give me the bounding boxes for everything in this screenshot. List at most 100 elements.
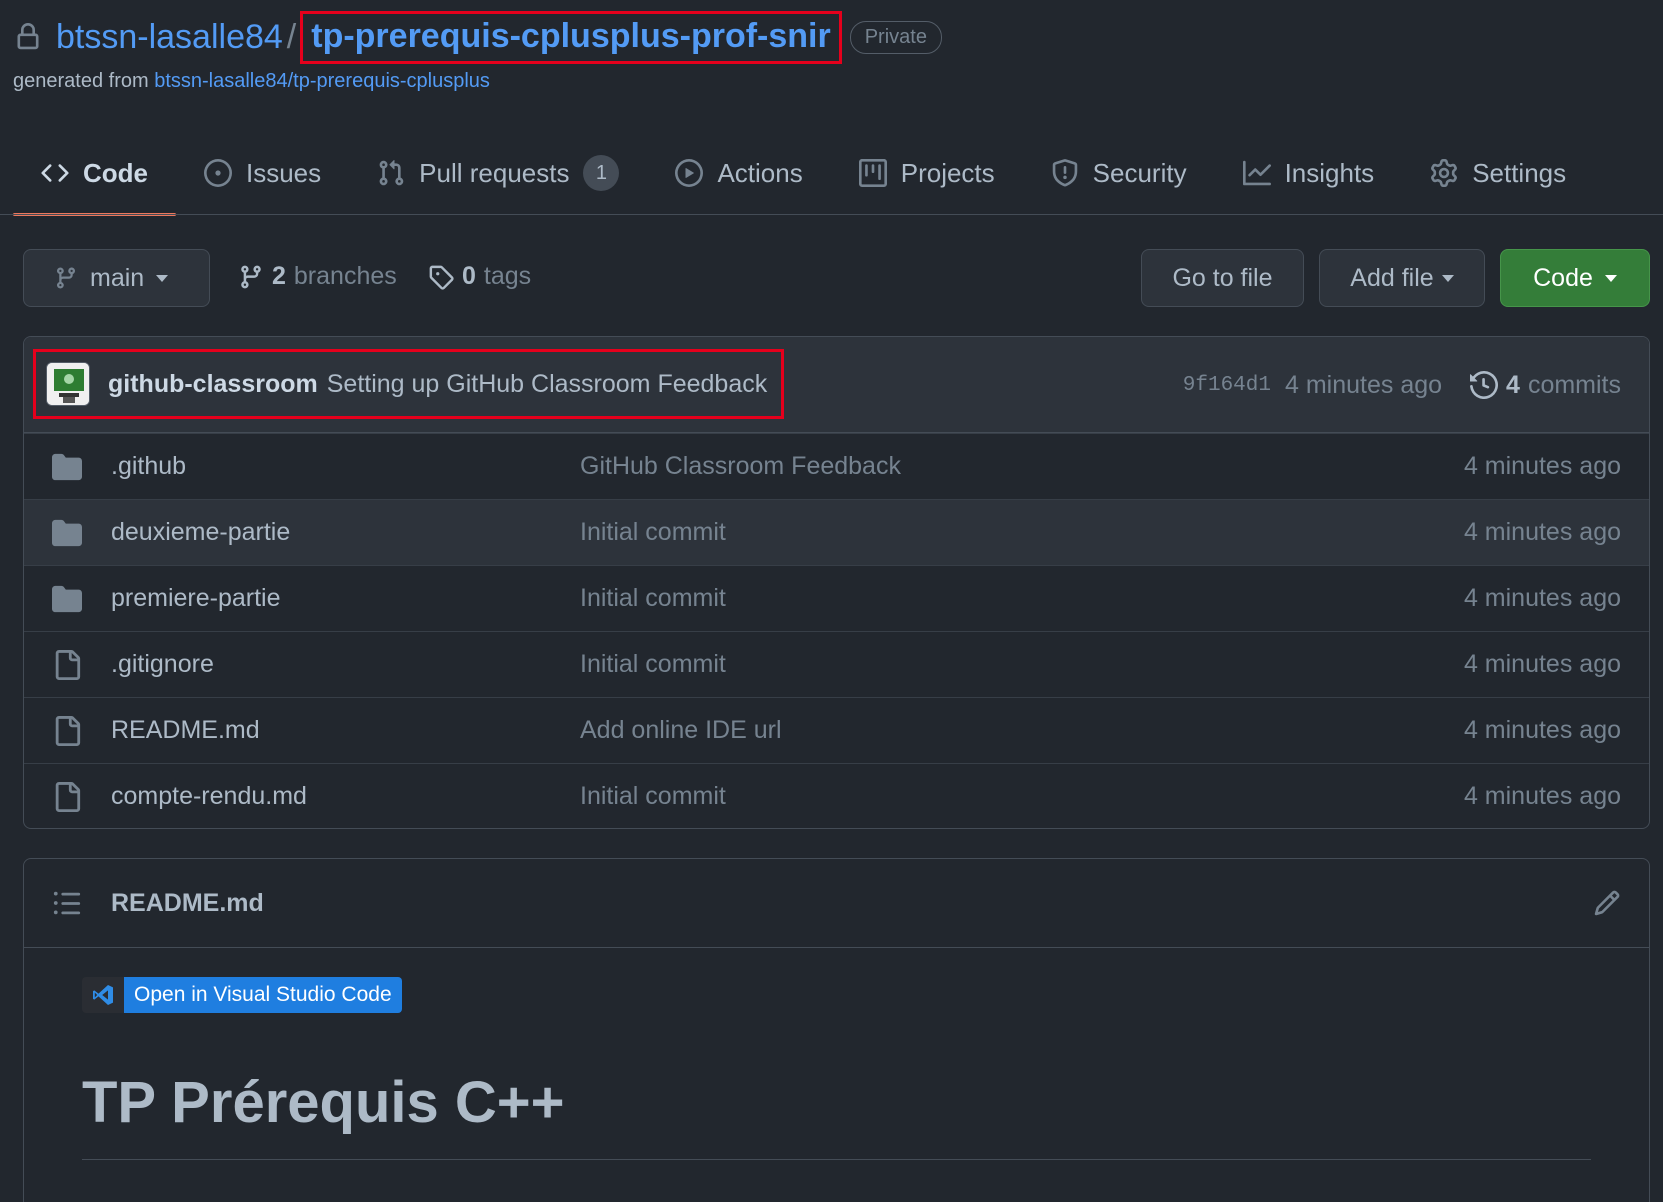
pencil-icon[interactable] <box>1593 889 1621 917</box>
file-row[interactable]: .github GitHub Classroom Feedback 4 minu… <box>24 433 1649 499</box>
avatar[interactable] <box>46 362 90 406</box>
file-name-link[interactable]: .github <box>111 452 186 481</box>
file-name-link[interactable]: deuxieme-partie <box>111 518 290 547</box>
lock-icon <box>17 23 39 50</box>
file-row[interactable]: README.md Add online IDE url 4 minutes a… <box>24 697 1649 763</box>
commit-message-link[interactable]: Setting up GitHub Classroom Feedback <box>327 370 768 399</box>
tab-actions[interactable]: Actions <box>647 130 830 216</box>
file-name-link[interactable]: premiere-partie <box>111 584 281 613</box>
code-dropdown-button[interactable]: Code <box>1500 249 1650 307</box>
tab-pull-requests[interactable]: Pull requests 1 <box>349 130 647 216</box>
file-commit-message-link[interactable]: Initial commit <box>580 518 726 547</box>
tab-label: Pull requests <box>419 157 570 188</box>
file-commit-message-link[interactable]: GitHub Classroom Feedback <box>580 452 901 481</box>
file-age: 4 minutes ago <box>1463 716 1621 744</box>
pull-request-icon <box>379 160 404 186</box>
go-to-file-label: Go to file <box>1172 263 1273 292</box>
file-name-link[interactable]: .gitignore <box>111 650 214 679</box>
add-file-label: Add file <box>1350 263 1434 292</box>
shield-icon <box>1052 159 1077 187</box>
tab-label: Code <box>83 157 148 188</box>
tab-label: Insights <box>1284 157 1375 188</box>
commit-author-link[interactable]: github-classroom <box>108 370 318 399</box>
open-in-vscode-badge[interactable]: Open in Visual Studio Code <box>82 977 402 1013</box>
file-age: 4 minutes ago <box>1463 452 1621 480</box>
tab-settings[interactable]: Settings <box>1402 130 1594 216</box>
go-to-file-button[interactable]: Go to file <box>1141 249 1304 307</box>
file-commit-message-link[interactable]: Initial commit <box>580 782 726 811</box>
branch-icon <box>241 265 261 288</box>
file-age: 4 minutes ago <box>1463 518 1621 546</box>
file-row[interactable]: .gitignore Initial commit 4 minutes ago <box>24 631 1649 697</box>
commits-count: 4 <box>1506 370 1520 399</box>
repo-header: btssn-lasalle84 / tp-prerequis-cplusplus… <box>14 10 942 64</box>
branches-link[interactable]: 2 branches <box>238 262 397 291</box>
file-browser: github-classroom Setting up GitHub Class… <box>23 336 1650 829</box>
tag-icon <box>429 265 454 290</box>
tab-security[interactable]: Security <box>1023 130 1215 216</box>
chevron-down-icon <box>1604 274 1617 282</box>
file-row[interactable]: compte-rendu.md Initial commit 4 minutes… <box>24 763 1649 828</box>
template-repo-link[interactable]: btssn-lasalle84/tp-prerequis-cplusplus <box>154 70 490 92</box>
commit-sha-link[interactable]: 9f164d1 <box>1183 374 1271 397</box>
commit-meta: 9f164d1 4 minutes ago 4 commits <box>1183 337 1621 433</box>
commits-label: commits <box>1527 370 1621 399</box>
branches-label: branches <box>293 262 397 290</box>
code-icon <box>41 164 69 182</box>
graph-icon <box>1242 160 1271 186</box>
branch-icon <box>56 267 75 289</box>
file-commit-message-link[interactable]: Initial commit <box>580 584 726 613</box>
file-row[interactable]: premiere-partie Initial commit 4 minutes… <box>24 565 1649 631</box>
path-separator: / <box>286 17 297 56</box>
file-name-link[interactable]: compte-rendu.md <box>111 782 307 811</box>
file-row[interactable]: deuxieme-partie Initial commit 4 minutes… <box>24 499 1649 565</box>
tab-label: Actions <box>717 157 803 188</box>
readme-header: README.md <box>24 859 1649 948</box>
file-name-link[interactable]: README.md <box>111 716 260 745</box>
branches-count: 2 <box>272 262 286 290</box>
tab-label: Security <box>1092 157 1187 188</box>
history-icon <box>1470 371 1499 399</box>
file-commit-message-link[interactable]: Add online IDE url <box>580 716 782 745</box>
file-commit-message-link[interactable]: Initial commit <box>580 650 726 679</box>
gear-icon <box>1431 159 1458 187</box>
repo-page: btssn-lasalle84 / tp-prerequis-cplusplus… <box>0 0 1663 1202</box>
readme-panel: README.md Open in Visual Studio Code TP … <box>23 858 1650 1202</box>
tags-label: tags <box>483 262 532 290</box>
tab-insights[interactable]: Insights <box>1215 130 1403 216</box>
file-icon <box>55 715 81 746</box>
file-icon <box>55 649 81 680</box>
tab-projects[interactable]: Projects <box>831 130 1023 216</box>
file-icon <box>55 781 81 812</box>
code-button-label: Code <box>1533 263 1593 292</box>
tab-label: Projects <box>900 157 995 188</box>
generated-from-label: generated from <box>13 70 149 92</box>
add-file-button[interactable]: Add file <box>1319 249 1485 307</box>
tags-link[interactable]: 0 tags <box>428 262 531 291</box>
project-icon <box>858 159 887 187</box>
tab-code[interactable]: Code <box>13 130 176 216</box>
repo-name-link[interactable]: tp-prerequis-cplusplus-prof-snir <box>300 10 842 64</box>
file-age: 4 minutes ago <box>1463 650 1621 678</box>
folder-icon <box>52 519 82 546</box>
commits-history-link[interactable]: 4 commits <box>1470 371 1621 400</box>
latest-commit-bar: github-classroom Setting up GitHub Class… <box>24 337 1649 433</box>
tabs-divider <box>0 214 1663 215</box>
readme-filename-link[interactable]: README.md <box>111 889 264 918</box>
open-in-vscode-label: Open in Visual Studio Code <box>124 977 402 1013</box>
visibility-badge: Private <box>849 20 942 54</box>
generated-from: generated from btssn-lasalle84/tp-prereq… <box>13 70 490 93</box>
list-icon[interactable] <box>52 888 82 918</box>
folder-icon <box>52 453 82 480</box>
classroom-avatar-icon <box>47 363 89 405</box>
tab-label: Settings <box>1472 157 1567 188</box>
issue-icon <box>204 159 232 187</box>
branch-select-button[interactable]: main <box>23 249 210 307</box>
tags-count: 0 <box>462 262 476 290</box>
repo-tabs: Code Issues Pull requests 1 Actions Proj… <box>13 130 1594 216</box>
repo-owner-link[interactable]: btssn-lasalle84 <box>56 18 283 57</box>
folder-icon <box>52 585 82 612</box>
file-age: 4 minutes ago <box>1463 782 1621 810</box>
chevron-down-icon <box>1441 274 1454 282</box>
tab-issues[interactable]: Issues <box>176 130 349 216</box>
